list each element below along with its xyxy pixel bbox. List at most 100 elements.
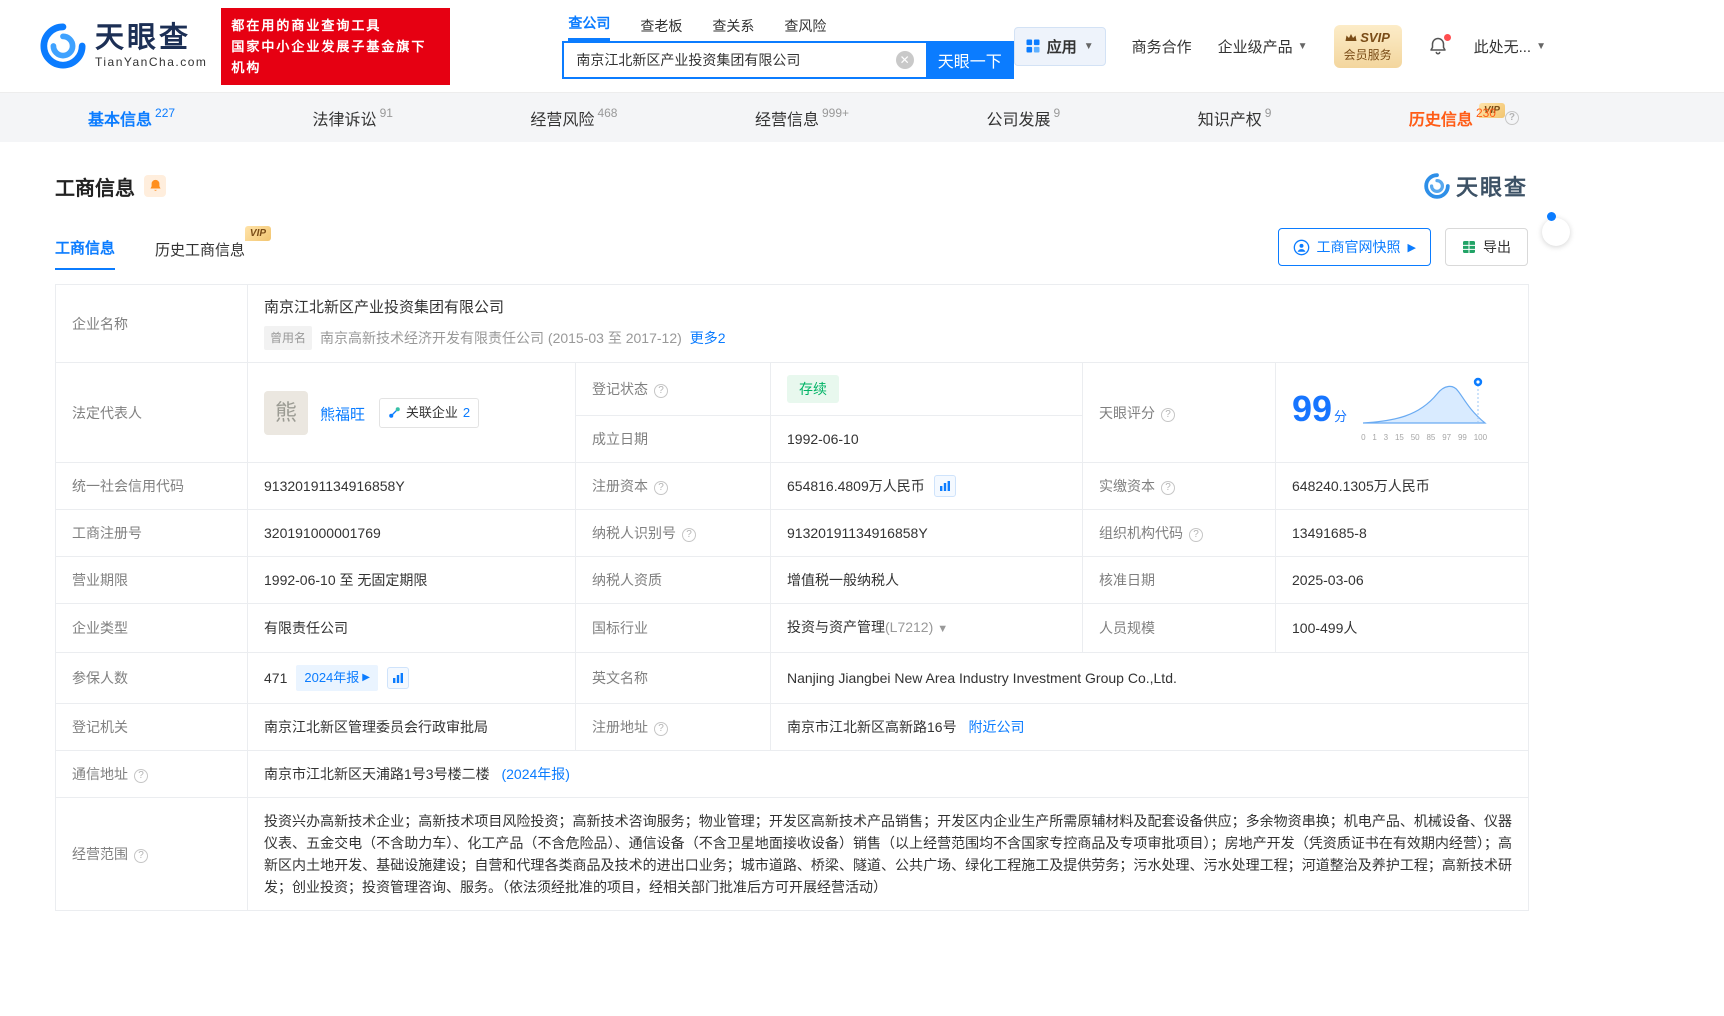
user-menu[interactable]: 此处无... ▼ (1474, 36, 1546, 57)
vip-badge: VIP (244, 226, 272, 241)
search-row: ✕ 天眼一下 (562, 41, 1014, 79)
field-label: 工商注册号 (55, 509, 248, 557)
comm-address-report-link[interactable]: (2024年报) (501, 766, 569, 782)
help-icon[interactable]: ? (1161, 407, 1175, 422)
tab-count: 9 (1053, 105, 1061, 120)
help-icon[interactable]: ? (654, 481, 668, 495)
tab-label: 经营风险 (530, 111, 595, 129)
field-label: 营业期限 (55, 556, 248, 604)
tianyancha-logo[interactable]: 天眼查 TianYanCha.com (40, 23, 207, 69)
help-icon[interactable]: ? (134, 849, 148, 863)
export-button[interactable]: 导出 (1445, 228, 1528, 266)
company-name-cell: 南京江北新区产业投资集团有限公司 曾用名 南京高新技术经济开发有限责任公司 (2… (246, 284, 1530, 363)
industry-expand-icon[interactable]: ▼ (937, 623, 948, 635)
related-label: 关联企业 (405, 404, 458, 420)
table-row: 工商注册号 320191000001769 纳税人识别号? 9132019113… (55, 509, 1530, 557)
tab-intellectual-property[interactable]: 知识产权 9 (1198, 106, 1272, 130)
legal-rep-info: 熊福旺 关联企业 2 (320, 397, 480, 428)
field-label: 人员规模 (1082, 603, 1276, 653)
field-label: 纳税人识别号? (575, 509, 771, 557)
apps-menu-button[interactable]: 应用 ▼ (1013, 26, 1106, 66)
watermark-text: 天眼查 (1455, 175, 1528, 200)
tab-count: 227 (155, 105, 176, 120)
top-header: 天眼查 TianYanCha.com 都在用的商业查询工具 国家中小企业发展子基… (0, 0, 1724, 92)
reg-capital-cell: 654816.4809万人民币 (770, 462, 1083, 510)
floating-sidebar-toggle[interactable] (1542, 212, 1570, 246)
section-head: 工商信息 天眼查 (55, 170, 1528, 202)
insured-value: 471 (264, 670, 288, 686)
tab-count: 999+ (821, 105, 850, 120)
field-label: 实缴资本? (1082, 462, 1276, 510)
table-row: 法定代表人 熊 熊福旺 关联企业 2 登记状态 ? 存续 天眼评分 ? 99 分… (55, 362, 1530, 463)
nav-business-cooperation[interactable]: 商务合作 (1132, 36, 1192, 57)
tab-basic-info[interactable]: 基本信息 227 (88, 106, 175, 130)
search-input[interactable] (562, 41, 926, 79)
svip-sublabel: 会员服务 (1343, 47, 1392, 62)
help-icon[interactable]: ? (1504, 110, 1519, 125)
section-title: 工商信息 (55, 177, 135, 200)
subscribe-bell-icon[interactable] (144, 175, 166, 197)
subtab-business-info[interactable]: 工商信息 (55, 237, 116, 270)
legal-rep-avatar[interactable]: 熊 (264, 390, 308, 435)
help-icon[interactable]: ? (654, 384, 668, 398)
field-label: 通信地址? (55, 750, 248, 798)
comm-address-value: 南京市江北新区天浦路1号3号楼二楼 (264, 766, 490, 782)
tab-label: 公司发展 (986, 111, 1051, 129)
reg-no-value: 320191000001769 (247, 509, 576, 557)
help-icon[interactable]: ? (1161, 481, 1175, 495)
logo-domain: TianYanCha.com (95, 55, 208, 69)
more-former-names-link[interactable]: 更多2 (690, 327, 726, 349)
arrow-right-icon: ▶ (362, 672, 370, 683)
comm-address-cell: 南京市江北新区天浦路1号3号楼二楼 (2024年报) (246, 750, 1530, 798)
help-icon[interactable]: ? (682, 528, 696, 542)
subtab-history-business-info[interactable]: 历史工商信息 VIP (155, 226, 272, 270)
score-cell: 99 分 0 1 3 15 50 85 97 99 100 (1274, 362, 1530, 463)
clear-search-icon[interactable]: ✕ (895, 51, 914, 69)
search-tab-risk[interactable]: 查风险 (784, 16, 826, 41)
search-tab-company[interactable]: 查公司 (568, 13, 611, 41)
notification-bell-icon[interactable] (1428, 33, 1451, 57)
help-icon[interactable]: ? (654, 722, 668, 736)
tab-operating-info[interactable]: 经营信息 999+ (755, 106, 849, 130)
field-label: 登记状态? (575, 362, 771, 416)
field-label: 纳税人资质 (575, 556, 771, 604)
company-nav-tabs: 基本信息 227 法律诉讼 91 经营风险 468 经营信息 999+ 公司发展… (0, 92, 1724, 142)
field-label: 登记机关 (55, 703, 248, 751)
svip-membership-button[interactable]: SVIP 会员服务 (1333, 24, 1402, 68)
tab-legal-proceedings[interactable]: 法律诉讼 91 (313, 106, 393, 130)
nearby-companies-link[interactable]: 附近公司 (968, 719, 1024, 735)
insured-chart-icon[interactable] (386, 667, 409, 689)
field-label: 组织机构代码? (1082, 509, 1276, 557)
former-name-row: 曾用名 南京高新技术经济开发有限责任公司 (2015-03 至 2017-12)… (264, 326, 1512, 350)
score-distribution-chart[interactable]: 0 1 3 15 50 85 97 99 100 (1361, 376, 1487, 449)
field-label: 参保人数 (55, 652, 248, 704)
annual-report-badge[interactable]: 2024年报 ▶ (296, 665, 378, 691)
official-snapshot-button[interactable]: 工商官网快照 ▶ (1277, 228, 1431, 266)
related-companies-badge[interactable]: 关联企业 2 (378, 397, 480, 428)
reg-capital-value: 654816.4809万人民币 (787, 478, 925, 494)
help-icon[interactable]: ? (134, 769, 148, 783)
industry-cell: 投资与资产管理(L7212) ▼ (770, 603, 1083, 653)
field-label: 企业类型 (55, 603, 248, 653)
industry-value: 投资与资产管理 (787, 619, 885, 635)
tab-company-development[interactable]: 公司发展 9 (987, 106, 1061, 130)
help-icon[interactable]: ? (1189, 528, 1203, 542)
apps-grid-icon (1026, 39, 1040, 53)
former-name-value: 南京高新技术经济开发有限责任公司 (2015-03 至 2017-12) (320, 330, 682, 346)
paid-capital-value: 648240.1305万人民币 (1274, 462, 1530, 510)
business-info-table: 企业名称 南京江北新区产业投资集团有限公司 曾用名 南京高新技术经济开发有限责任… (55, 284, 1530, 911)
table-row: 企业类型 有限责任公司 国标行业 投资与资产管理(L7212) ▼ 人员规模 10… (55, 603, 1530, 653)
search-button[interactable]: 天眼一下 (925, 41, 1014, 79)
legal-rep-link[interactable]: 熊福旺 (320, 406, 365, 423)
tab-count: 91 (379, 105, 393, 120)
capital-chart-icon[interactable] (933, 475, 956, 497)
apps-label: 应用 (1046, 38, 1077, 56)
insured-cell: 471 2024年报 ▶ (247, 652, 576, 704)
search-tab-relationship[interactable]: 查关系 (712, 16, 754, 41)
tab-history-info[interactable]: VIP 历史信息 230 ? (1409, 102, 1519, 130)
search-tab-boss[interactable]: 查老板 (640, 16, 682, 41)
snapshot-camera-icon (1293, 239, 1309, 255)
nav-enterprise-products[interactable]: 企业级产品 ▼ (1218, 36, 1308, 57)
tab-operating-risk[interactable]: 经营风险 468 (530, 106, 617, 130)
logo-name: 天眼查 (95, 22, 192, 54)
